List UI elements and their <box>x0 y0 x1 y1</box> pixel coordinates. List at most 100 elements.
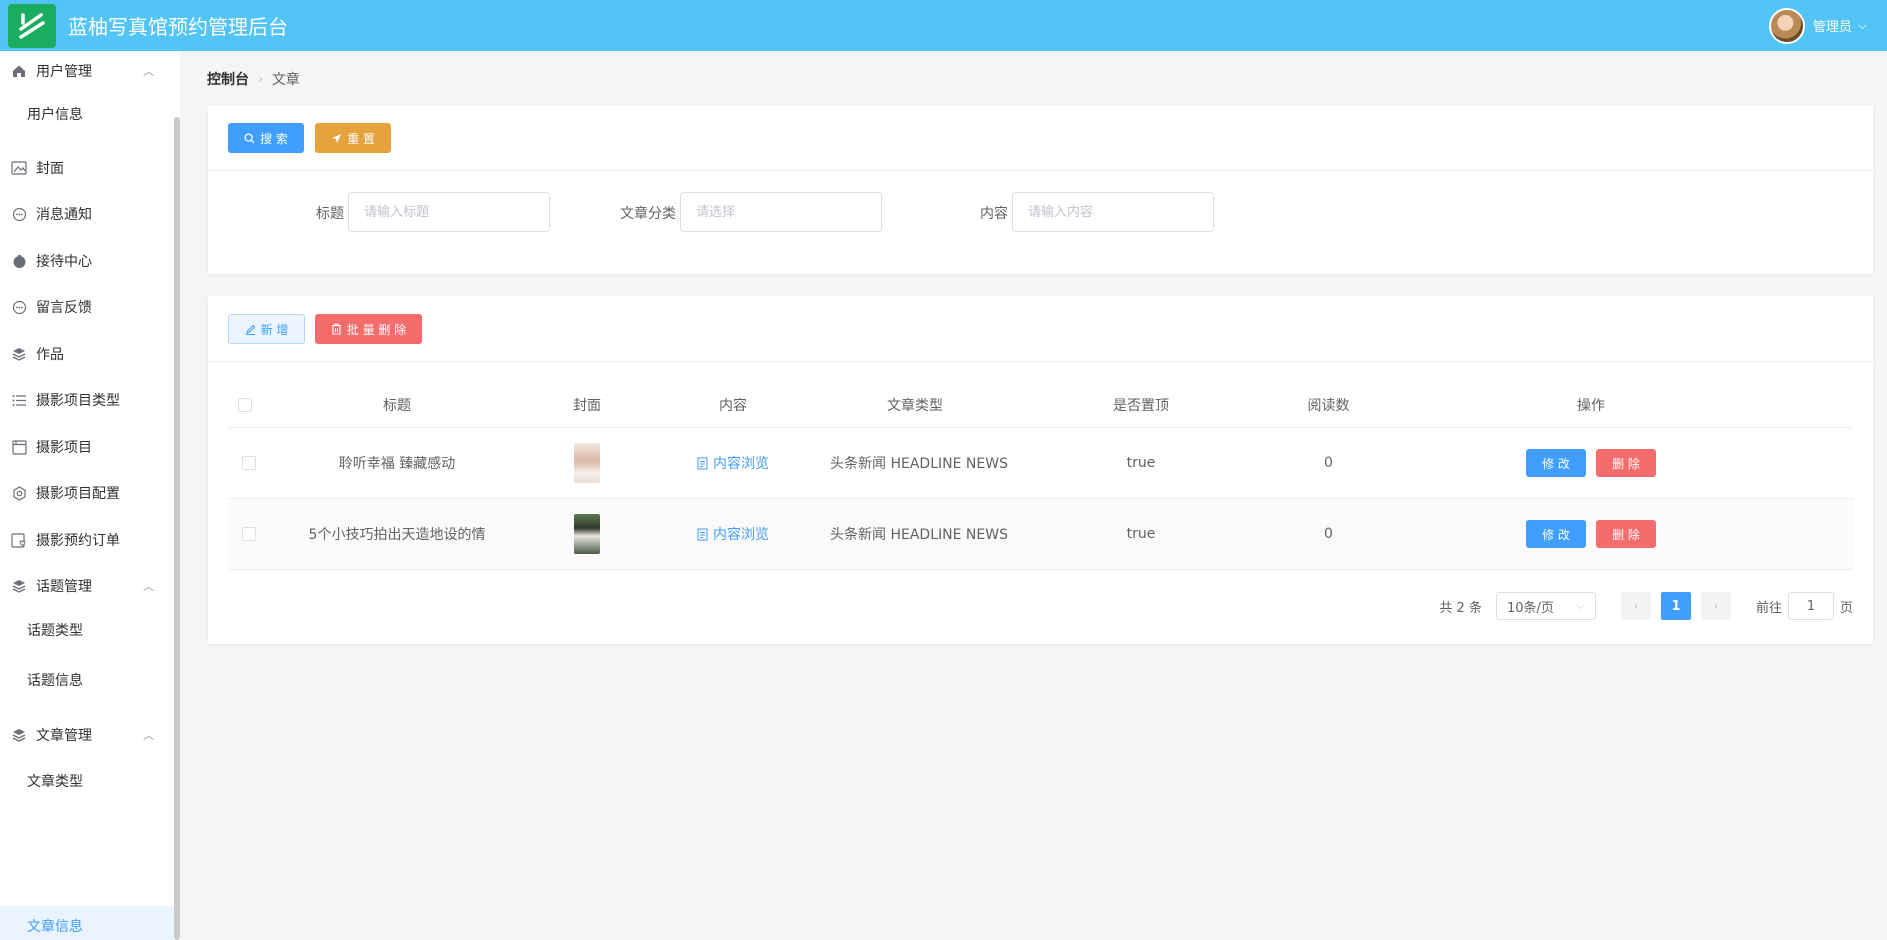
page-size-select[interactable]: 10条/页 ⌵ <box>1495 592 1596 620</box>
divider <box>208 361 1873 362</box>
sidebar-subitem-label: 用户信息 <box>27 107 83 123</box>
logo-mark-icon <box>19 12 45 39</box>
sidebar-item-label: 留言反馈 <box>36 300 92 316</box>
sidebar-item-photo-orders[interactable]: 摄影预约订单 <box>0 520 174 560</box>
sidebar-item-works[interactable]: 作品 <box>0 334 174 374</box>
chevron-left-icon: ‹ <box>1633 598 1639 614</box>
sidebar-subitem-article-info[interactable]: 文章信息 <box>0 906 174 940</box>
column-header-cover: 封面 <box>573 397 601 414</box>
setting-icon <box>10 484 28 502</box>
chevron-up-icon: ︿ <box>143 65 154 78</box>
delete-button[interactable]: 删 除 <box>1596 520 1656 548</box>
edit-button[interactable]: 修 改 <box>1526 520 1586 548</box>
row-checkbox[interactable] <box>242 527 256 541</box>
table-row: 聆听幸福 臻藏感动 内容浏览 头条新闻 HEADLINE NEWS true 0… <box>228 428 1853 499</box>
cell-actions: 修 改 删 除 <box>1381 499 1801 569</box>
sidebar-item-label: 话题管理 <box>36 579 92 595</box>
breadcrumb: 控制台 › 文章 <box>207 69 300 89</box>
breadcrumb-home[interactable]: 控制台 <box>207 69 249 89</box>
column-header-actions: 操作 <box>1577 397 1605 414</box>
cell-title: 聆听幸福 臻藏感动 <box>338 456 456 472</box>
cover-thumbnail[interactable] <box>574 443 600 483</box>
content-filter-label: 内容 <box>980 206 1008 222</box>
search-icon <box>244 132 255 143</box>
chevron-right-icon: › <box>1713 598 1719 614</box>
add-button[interactable]: 新 增 <box>228 314 305 344</box>
category-select[interactable] <box>680 192 882 232</box>
title-filter-input[interactable] <box>348 192 550 232</box>
sidebar-subitem-article-types[interactable]: 文章类型 <box>0 761 174 801</box>
sidebar-item-feedback[interactable]: 留言反馈 <box>0 287 174 327</box>
goto-suffix: 页 <box>1839 600 1853 616</box>
sidebar-subitem-label: 话题类型 <box>27 623 83 639</box>
sidebar-subitem-topic-info[interactable]: 话题信息 <box>0 660 174 700</box>
cell-title: 5个小技巧拍出天造地设的情 <box>308 527 486 543</box>
title-filter-label: 标题 <box>316 206 344 222</box>
cell-pinned: true <box>1126 455 1156 471</box>
order-icon <box>10 531 28 549</box>
avatar[interactable] <box>1768 7 1805 44</box>
prev-page-button[interactable]: ‹ <box>1620 592 1651 620</box>
sidebar-item-label: 作品 <box>36 347 64 363</box>
content-filter-input[interactable] <box>1012 192 1214 232</box>
delete-button[interactable]: 删 除 <box>1596 449 1656 477</box>
chevron-right-icon: › <box>258 72 263 86</box>
sidebar-item-photo-project-types[interactable]: 摄影项目类型 <box>0 380 174 420</box>
next-page-button[interactable]: › <box>1700 592 1731 620</box>
select-all-checkbox[interactable] <box>238 397 252 412</box>
page-size-value: 10条/页 <box>1506 600 1554 616</box>
breadcrumb-current: 文章 <box>271 72 300 88</box>
row-checkbox[interactable] <box>242 456 256 470</box>
sidebar-subitem-topic-types[interactable]: 话题类型 <box>0 610 174 650</box>
chevron-down-icon: ⌵ <box>1576 599 1585 612</box>
reception-icon <box>10 252 28 270</box>
column-header-title: 标题 <box>383 397 411 414</box>
sidebar-subitem-label: 文章类型 <box>27 774 83 790</box>
cover-thumbnail[interactable] <box>574 514 600 554</box>
user-name[interactable]: 管理员 <box>1813 16 1852 35</box>
content-view-link[interactable]: 内容浏览 <box>697 453 769 473</box>
sidebar-item-label: 文章管理 <box>36 728 92 744</box>
sidebar-item-photo-project-config[interactable]: 摄影项目配置 <box>0 473 174 513</box>
sidebar-item-photo-projects[interactable]: 摄影项目 <box>0 427 174 467</box>
sidebar-item-cover[interactable]: 封面 <box>0 148 174 188</box>
search-button[interactable]: 搜 索 <box>228 123 304 153</box>
page-number-current[interactable]: 1 <box>1660 592 1691 620</box>
layers-icon <box>10 726 28 744</box>
sidebar-item-topic-management[interactable]: 话题管理 ︿ <box>0 566 174 606</box>
send-icon <box>332 133 342 143</box>
cell-type: 头条新闻 HEADLINE NEWS <box>830 456 1008 472</box>
sidebar-item-label: 消息通知 <box>36 207 92 223</box>
window-icon <box>10 438 28 456</box>
edit-button[interactable]: 修 改 <box>1526 449 1586 477</box>
chevron-up-icon: ︿ <box>143 729 154 742</box>
document-icon <box>697 457 708 469</box>
content-view-link[interactable]: 内容浏览 <box>697 524 769 544</box>
add-button-label: 新 增 <box>260 322 289 337</box>
chevron-down-icon[interactable]: ⌵ <box>1858 18 1867 33</box>
table-header-row: 标题 封面 内容 文章类型 是否置顶 阅读数 操作 <box>228 382 1853 428</box>
goto-page-input[interactable] <box>1787 592 1834 620</box>
sidebar-item-notifications[interactable]: 消息通知 <box>0 194 174 234</box>
trash-icon <box>331 323 341 335</box>
cell-actions: 修 改 删 除 <box>1381 428 1801 498</box>
cell-content: 内容浏览 <box>642 499 824 569</box>
chevron-up-icon: ︿ <box>143 580 154 593</box>
sidebar-item-label: 用户管理 <box>36 64 92 80</box>
reset-button[interactable]: 重 置 <box>315 123 391 153</box>
table-row: 5个小技巧拍出天造地设的情 内容浏览 头条新闻 HEADLINE NEWS tr… <box>228 499 1853 570</box>
sidebar-subitem-user-info[interactable]: 用户信息 <box>0 94 174 134</box>
batch-delete-button[interactable]: 批 量 删 除 <box>315 314 422 344</box>
sidebar-item-label: 摄影项目 <box>36 440 92 456</box>
list-icon <box>10 391 28 409</box>
sidebar-scrollbar[interactable] <box>174 117 180 940</box>
page-jumper: 前往 页 <box>1756 592 1853 620</box>
sidebar-item-reception[interactable]: 接待中心 <box>0 241 174 281</box>
document-icon <box>697 528 708 540</box>
user-menu[interactable]: 管理员 ⌵ <box>1768 7 1867 44</box>
chat-dot-icon <box>10 298 28 316</box>
cell-cover <box>532 428 642 498</box>
cell-pinned: true <box>1126 526 1156 542</box>
sidebar-item-article-management[interactable]: 文章管理 ︿ <box>0 715 174 755</box>
sidebar-item-user-management[interactable]: 用户管理 ︿ <box>0 51 174 91</box>
